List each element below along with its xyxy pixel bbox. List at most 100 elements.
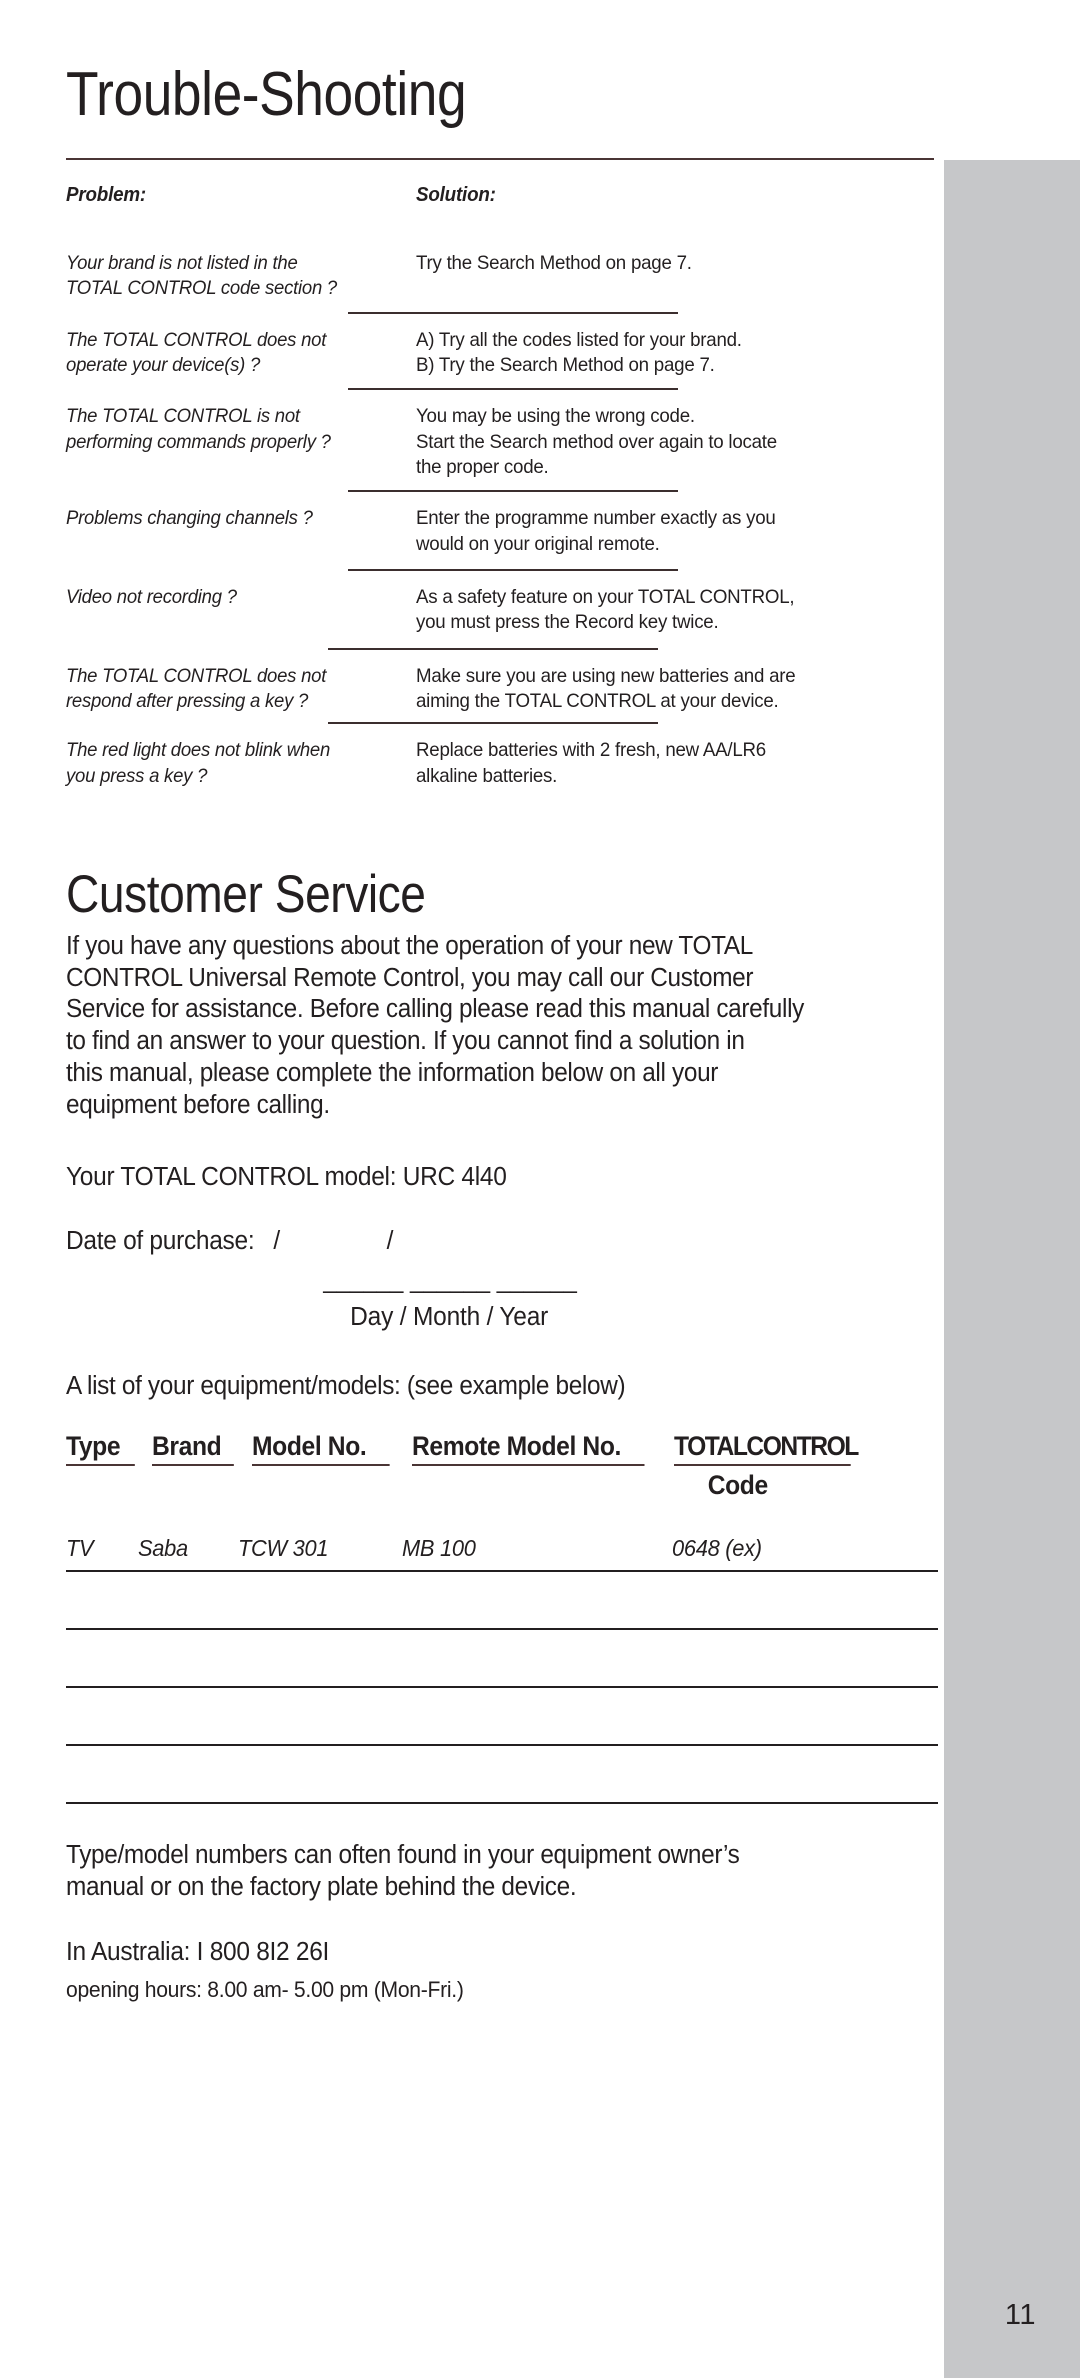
page-content: Trouble-Shooting	[66, 0, 938, 126]
paragraph-line: this manual, please complete the informa…	[66, 1058, 719, 1087]
problem-line: The TOTAL CONTROL does not	[66, 664, 327, 687]
table-row: The TOTAL CONTROL does not operate your …	[66, 328, 938, 379]
solution-line: aiming the TOTAL CONTROL at your device.	[416, 690, 779, 713]
column-header-problem: Problem:	[66, 184, 146, 206]
problem-line: operate your device(s) ?	[66, 354, 261, 377]
page-title: Trouble-Shooting	[66, 60, 467, 129]
table-row: The TOTAL CONTROL is not performing comm…	[66, 404, 938, 480]
paragraph-line: Service for assistance. Before calling p…	[66, 995, 805, 1024]
title-divider	[66, 158, 934, 160]
row-divider	[348, 490, 678, 493]
date-of-purchase-row: Date of purchase: / /	[66, 1227, 903, 1256]
solution-line: A) Try all the codes listed for your bra…	[416, 328, 742, 351]
problem-cell: The red light does not blink when you pr…	[66, 738, 399, 789]
example-cell-brand: Saba	[138, 1535, 188, 1562]
problem-cell: Video not recording ?	[66, 585, 399, 636]
section-title-customer-service: Customer Service	[66, 865, 426, 924]
paragraph-line: equipment before calling.	[66, 1090, 330, 1119]
problem-cell: Your brand is not listed in the TOTAL CO…	[66, 251, 399, 302]
equipment-table-intro: A list of your equipment/models: (see ex…	[66, 1372, 626, 1401]
row-divider	[348, 569, 678, 572]
equipment-table-rule	[66, 1570, 938, 1573]
column-header-model-no: Model No.	[252, 1431, 390, 1467]
column-header-total-control-code: TOTALCONTROL	[674, 1431, 859, 1467]
solution-line: Try the Search Method on page 7.	[416, 252, 692, 274]
solution-cell: You may be using the wrong code. Start t…	[416, 404, 915, 480]
example-cell-code: 0648 (ex)	[672, 1535, 762, 1562]
support-phone-line: In Australia: I 800 8I2 26I	[66, 1937, 330, 1966]
solution-line: the proper code.	[416, 456, 549, 479]
example-cell-remote-model-no: MB 100	[402, 1535, 476, 1562]
customer-service-paragraph: If you have any questions about the oper…	[66, 931, 938, 1121]
solution-line: you must press the Record key twice.	[416, 611, 719, 634]
page-canvas: 11 Trouble-Shooting Problem: Solution: Y…	[0, 0, 1080, 2378]
solution-line: Enter the programme number exactly as yo…	[416, 507, 776, 530]
solution-cell: Enter the programme number exactly as yo…	[416, 506, 915, 557]
problem-line: The TOTAL CONTROL is not	[66, 405, 300, 428]
equipment-note: Type/model numbers can often found in yo…	[66, 1840, 938, 1903]
row-divider	[328, 722, 658, 725]
problem-line: performing commands properly ?	[66, 430, 331, 453]
problem-line: The red light does not blink when	[66, 739, 331, 762]
date-blank-fields[interactable]: ______ ______ ______	[66, 1266, 903, 1295]
solution-cell: A) Try all the codes listed for your bra…	[416, 328, 915, 379]
solution-line: Replace batteries with 2 fresh, new AA/L…	[416, 739, 766, 762]
row-divider	[348, 388, 678, 391]
date-field-legend: Day / Month / Year	[350, 1303, 549, 1332]
solution-cell: Replace batteries with 2 fresh, new AA/L…	[416, 738, 915, 789]
table-row: Video not recording ? As a safety featur…	[66, 585, 938, 636]
problem-cell: The TOTAL CONTROL does not respond after…	[66, 664, 399, 715]
column-header-remote-model-no: Remote Model No.	[412, 1431, 645, 1467]
problem-line: Problems changing channels ?	[66, 507, 313, 530]
table-row: Your brand is not listed in the TOTAL CO…	[66, 251, 938, 302]
problem-cell: Problems changing channels ?	[66, 506, 399, 557]
solution-cell: Make sure you are using new batteries an…	[416, 664, 915, 715]
date-separator-slash: /	[386, 1227, 394, 1256]
row-divider	[348, 311, 678, 314]
troubleshooting-table: Problem: Solution: Your brand is not lis…	[66, 168, 938, 789]
solution-cell: Try the Search Method on page 7.	[416, 251, 915, 302]
solution-line: alkaline batteries.	[416, 764, 558, 787]
equipment-note-line: manual or on the factory plate behind th…	[66, 1873, 577, 1902]
problem-line: TOTAL CONTROL code section ?	[66, 277, 338, 300]
problem-cell: The TOTAL CONTROL is not performing comm…	[66, 404, 399, 480]
solution-cell: As a safety feature on your TOTAL CONTRO…	[416, 585, 915, 636]
column-header-type: Type	[66, 1431, 135, 1467]
model-number-line: Your TOTAL CONTROL model: URC 4l40	[66, 1163, 507, 1192]
column-header-total-control-code-line2: Code	[707, 1470, 769, 1501]
problem-cell: The TOTAL CONTROL does not operate your …	[66, 328, 399, 379]
date-of-purchase-label: Date of purchase:	[66, 1227, 255, 1256]
page-number: 11	[1004, 2299, 1036, 2331]
example-cell-model-no: TCW 301	[238, 1535, 329, 1562]
column-header-brand: Brand	[152, 1431, 234, 1467]
equipment-note-line: Type/model numbers can often found in yo…	[66, 1841, 740, 1870]
equipment-table-rule[interactable]	[66, 1744, 938, 1747]
problem-line: Your brand is not listed in the	[66, 252, 298, 274]
equipment-table-rule[interactable]	[66, 1686, 938, 1689]
problem-line: you press a key ?	[66, 764, 208, 787]
row-divider	[328, 647, 658, 650]
equipment-table-rule[interactable]	[66, 1628, 938, 1631]
page-side-band	[944, 160, 1080, 2378]
table-row: Problems changing channels ? Enter the p…	[66, 506, 938, 557]
date-separator-slash: /	[273, 1227, 280, 1256]
problem-line: Video not recording ?	[66, 586, 237, 609]
solution-line: Start the Search method over again to lo…	[416, 430, 777, 453]
equipment-table-header: Type Brand Model No. Remote Model No. TO…	[66, 1431, 938, 1467]
troubleshooting-table-header: Problem: Solution:	[66, 168, 938, 207]
table-row: The red light does not blink when you pr…	[66, 738, 938, 789]
paragraph-line: to find an answer to your question. If y…	[66, 1027, 745, 1056]
paragraph-line: If you have any questions about the oper…	[66, 932, 753, 960]
solution-line: B) Try the Search Method on page 7.	[416, 354, 715, 377]
column-header-solution: Solution:	[416, 184, 496, 206]
support-hours-line: opening hours: 8.00 am- 5.00 pm (Mon-Fri…	[66, 1976, 464, 2002]
equipment-table-rule[interactable]	[66, 1802, 938, 1805]
solution-line: You may be using the wrong code.	[416, 405, 695, 428]
solution-line: Make sure you are using new batteries an…	[416, 664, 796, 687]
problem-line: The TOTAL CONTROL does not	[66, 328, 327, 351]
solution-line: would on your original remote.	[416, 532, 660, 555]
problem-line: respond after pressing a key ?	[66, 690, 309, 713]
example-cell-type: TV	[66, 1535, 94, 1562]
customer-service-section: Customer Service If you have any questio…	[66, 868, 938, 2003]
paragraph-line: CONTROL Universal Remote Control, you ma…	[66, 963, 754, 992]
